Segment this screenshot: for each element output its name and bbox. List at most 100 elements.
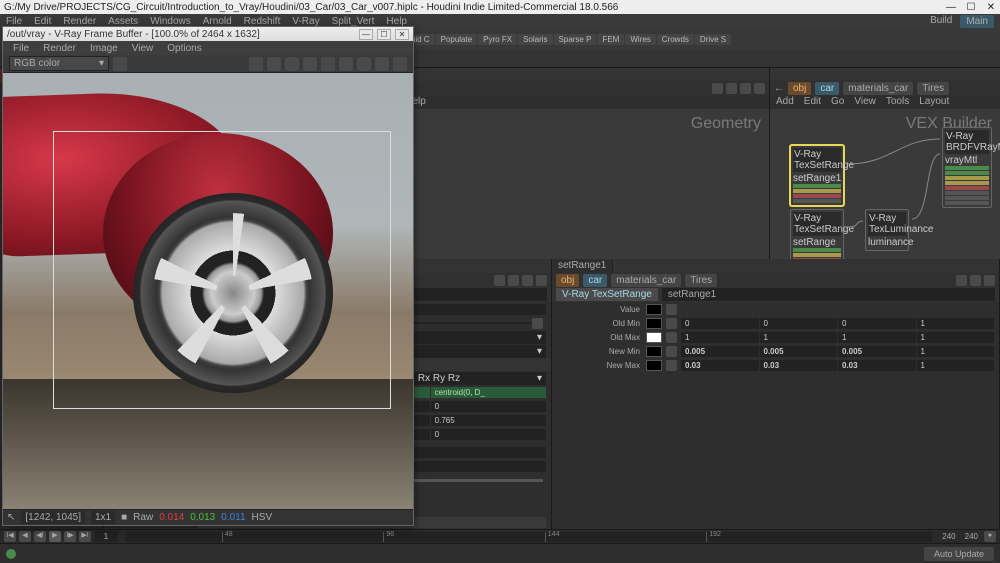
dropper-icon[interactable] [666,360,677,371]
current-frame-field[interactable]: 1 [94,531,118,542]
menu-arnold[interactable]: Arnold [203,16,232,27]
vfb-tool-icon[interactable] [285,57,299,71]
vfb-save-icon[interactable] [113,57,127,71]
vex-node-setrange[interactable]: V-Ray TexSetRange setRange [790,209,844,259]
vfb-render-icon[interactable] [393,57,407,71]
vfb-max-icon[interactable]: ☐ [377,29,391,40]
shelf-tab[interactable]: Crowds [657,34,694,45]
menu-file[interactable]: File [6,16,22,27]
play-button[interactable]: ▶ [49,531,61,542]
shelf-tab[interactable]: Drive S [695,34,731,45]
net-menu-go[interactable]: Go [831,96,844,109]
path-car[interactable]: car [815,82,839,95]
shelf-tab[interactable]: Pyro FX [478,34,517,45]
net-menu-view[interactable]: View [854,96,876,109]
gear-icon[interactable] [494,275,505,286]
rotate-z[interactable]: 0 [431,401,546,412]
menu-windows[interactable]: Windows [150,16,191,27]
net-tool-icon[interactable] [712,83,723,94]
net-menu-tools[interactable]: Tools [886,96,909,109]
path-mats[interactable]: materials_car [843,82,913,95]
rotorder-dropdown[interactable]: Rx Ry Rz▾ [414,372,546,385]
prev-frame-button[interactable]: ◀ [19,531,31,542]
menu-icon[interactable] [984,275,995,286]
menu-splitvert[interactable]: Split_Vert [332,16,375,27]
vfb-tool-icon[interactable] [357,57,371,71]
vfb-menu-render[interactable]: Render [43,43,76,54]
back-icon[interactable]: ← [774,83,784,94]
oldmin-color[interactable] [646,318,662,329]
first-frame-button[interactable]: I◀ [4,531,16,542]
shelf-tab[interactable]: FEM [597,34,624,45]
vfb-menu-options[interactable]: Options [167,43,201,54]
gear-icon[interactable] [956,275,967,286]
group-select-icon[interactable] [532,318,543,329]
vfb-menu-view[interactable]: View [132,43,154,54]
menu-vray[interactable]: V-Ray [292,16,319,27]
vex-canvas[interactable]: VEX Builder V-Ray TexSetRange setRange1 … [770,109,1000,259]
next-frame-button[interactable]: I▶ [64,531,76,542]
pixel-scale[interactable]: 1x1 [91,511,115,524]
node-name-field[interactable]: setRange1 [662,288,995,301]
dropper-icon[interactable] [666,332,677,343]
global-end[interactable]: 240 [962,532,981,541]
net-tool-icon[interactable] [726,83,737,94]
keyframe-icon[interactable]: ● [984,531,996,542]
path-tires[interactable]: Tires [917,82,949,95]
net-tool-icon[interactable] [754,83,765,94]
help-icon[interactable] [970,275,981,286]
path-obj[interactable]: obj [788,82,811,95]
value-color[interactable] [646,304,662,315]
net-tool-icon[interactable] [740,83,751,94]
vfb-render-view[interactable] [3,73,413,509]
range-end[interactable]: 240 [939,532,958,541]
help-icon[interactable] [508,275,519,286]
menu-icon[interactable] [536,275,547,286]
maximize-button[interactable]: ☐ [966,2,976,13]
vfb-menu-image[interactable]: Image [90,43,118,54]
net-menu-add[interactable]: Add [776,96,794,109]
vfb-tool-icon[interactable] [267,57,281,71]
vfb-tool-icon[interactable] [249,57,263,71]
menu-assets[interactable]: Assets [108,16,138,27]
vex-node-vraymtl[interactable]: V-Ray BRDFVRayMtl vrayMtl [942,127,992,208]
vfb-stop-icon[interactable] [375,57,389,71]
vfb-menu-file[interactable]: File [13,43,29,54]
newmax-color[interactable] [646,360,662,371]
minimize-button[interactable]: — [946,2,956,13]
menu-help[interactable]: Help [386,16,407,27]
menu-edit[interactable]: Edit [34,16,51,27]
shelf-tab[interactable]: Solaris [518,34,552,45]
oldmax-color[interactable] [646,332,662,343]
vfb-titlebar[interactable]: /out/vray - V-Ray Frame Buffer - [100.0%… [3,27,413,41]
dropper-icon[interactable] [666,318,677,329]
menu-render[interactable]: Render [63,16,96,27]
vfb-channel-dropdown[interactable]: RGB color▾ [9,56,109,71]
network-tabs[interactable] [770,68,1000,81]
timeline[interactable]: 48 96 144 192 [125,532,932,542]
play-back-button[interactable]: ◀I [34,531,46,542]
translate-z[interactable]: centroid(0, D_ [431,387,546,398]
auto-update-button[interactable]: Auto Update [924,547,994,561]
dropper-icon[interactable] [666,304,677,315]
render-region-box[interactable] [53,131,391,409]
vfb-tool-icon[interactable] [303,57,317,71]
desktop-build[interactable]: Build [930,15,952,28]
vfb-min-icon[interactable]: — [359,29,373,40]
vfb-region-icon[interactable] [321,57,335,71]
shelf-tab[interactable]: Wires [625,34,655,45]
pivot-z[interactable]: 0 [431,429,546,440]
shelf-tab[interactable]: Sparse P [554,34,597,45]
last-frame-button[interactable]: ▶I [79,531,91,542]
vfb-close-icon[interactable]: ✕ [395,29,409,40]
vex-node-setrange1[interactable]: V-Ray TexSetRange setRange1 [790,145,844,206]
dropper-icon[interactable] [666,346,677,357]
pin-icon[interactable] [522,275,533,286]
close-button[interactable]: ✕ [986,2,996,13]
vfb-tool-icon[interactable] [339,57,353,71]
vex-node-luminance[interactable]: V-Ray TexLuminance luminance [865,209,909,251]
shelf-tab[interactable]: Populate [436,34,478,45]
scale-z[interactable]: 0.765 [431,415,546,426]
desktop-main[interactable]: Main [960,15,994,28]
menu-redshift[interactable]: Redshift [244,16,281,27]
